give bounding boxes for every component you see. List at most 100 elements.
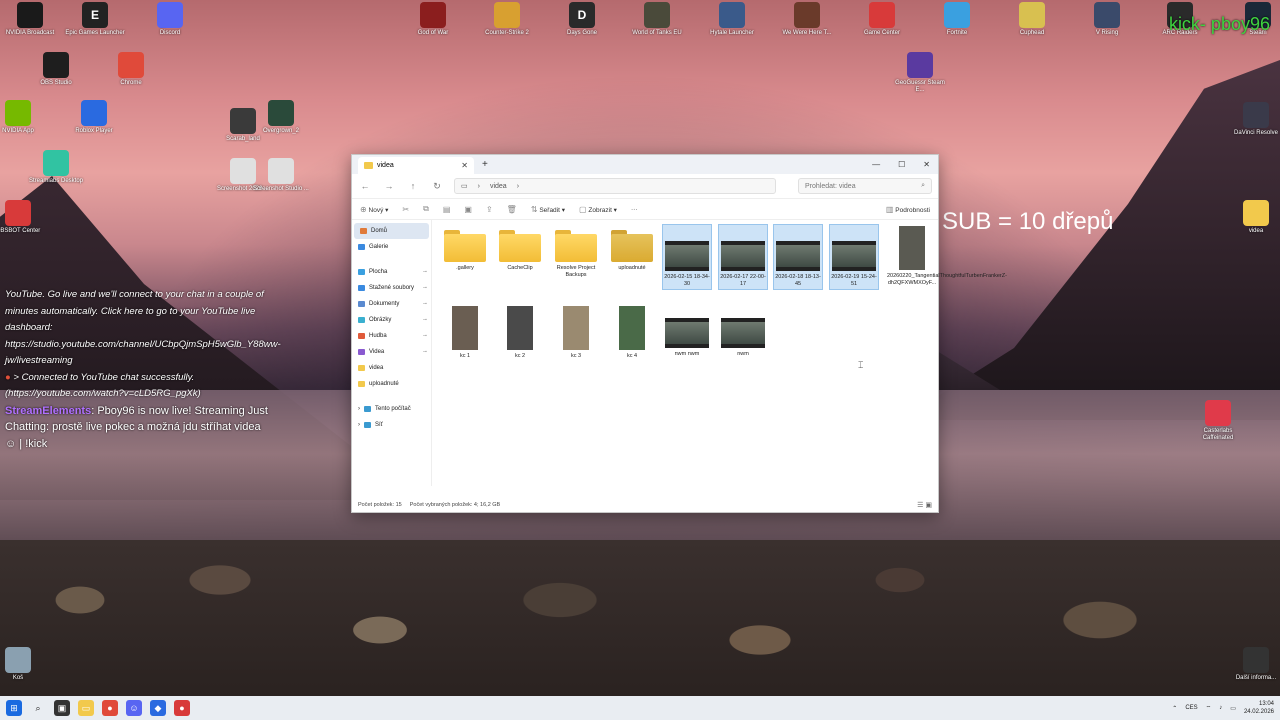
desktop-icon[interactable]: NVIDIA App	[0, 100, 48, 135]
address-field[interactable]: ▭ › videa ›	[454, 178, 776, 194]
desktop-icon[interactable]: Fortnite	[927, 2, 987, 37]
file-item[interactable]: nwm	[718, 304, 768, 364]
new-tab-button[interactable]: +	[482, 159, 488, 170]
desktop-icon[interactable]: D Days Gone	[552, 2, 612, 37]
sidebar-item[interactable]: Videa ⊸	[352, 344, 431, 360]
paste-icon[interactable]: ▤	[443, 205, 451, 214]
desktop-icon[interactable]: Casterlabs Caffeinated	[1188, 400, 1248, 442]
desktop-icon[interactable]: Streamlabs Desktop	[26, 150, 86, 185]
clock[interactable]: 13:04 24.02.2026	[1244, 700, 1274, 716]
sidebar-item[interactable]: Galerie	[352, 239, 431, 255]
desktop-icon[interactable]: World of Tanks EU	[627, 2, 687, 37]
file-item[interactable]: 2026-02-19 15-24-51	[829, 224, 879, 290]
file-item[interactable]: nwm nwm	[662, 304, 712, 364]
minimize-icon[interactable]: —	[872, 160, 880, 169]
obsbot-taskbar-icon[interactable]: ●	[174, 700, 190, 716]
desktop-icon[interactable]: Counter-Strike 2	[477, 2, 537, 37]
expand-chevron-icon[interactable]: ›	[358, 406, 360, 412]
desktop-icon[interactable]: NVIDIA Broadcast	[0, 2, 60, 37]
desktop-icon[interactable]: DaVinci Resolve	[1226, 102, 1280, 137]
discord-taskbar-icon[interactable]: ☺	[126, 700, 142, 716]
start-icon[interactable]: ⊞	[6, 700, 22, 716]
network-icon[interactable]: ⌔	[1206, 704, 1212, 712]
desktop-icon[interactable]: Roblox Player	[64, 100, 124, 135]
desktop-icon[interactable]: GeoGuessr Steam E...	[890, 52, 950, 94]
file-item[interactable]: 20260220_TangentialThoughtfulTurbenFrank…	[887, 224, 1007, 290]
sidebar-item[interactable]: Obrázky ⊸	[352, 312, 431, 328]
sidebar-item[interactable]: Plocha ⊸	[352, 264, 431, 280]
forward-icon[interactable]: →	[382, 181, 396, 191]
tab-videa[interactable]: videa ✕	[358, 157, 474, 174]
sidebar-item[interactable]: › Síť	[352, 417, 431, 433]
desktop-icon[interactable]: Screenshot Studio ...	[251, 158, 311, 193]
volume-icon[interactable]: ♪	[1219, 705, 1222, 711]
desktop-icon[interactable]: Game Center	[852, 2, 912, 37]
desktop-icon[interactable]: Hytale Launcher	[702, 2, 762, 37]
desktop-icon[interactable]: OBSBOT Center	[0, 200, 48, 235]
sidebar-item[interactable]: videa	[352, 360, 431, 376]
folder-item[interactable]: Resolve Project Backups	[551, 224, 601, 290]
desktop-icon[interactable]: videa	[1226, 200, 1280, 235]
maximize-icon[interactable]: ☐	[898, 160, 905, 169]
desktop-icon[interactable]: Chrome	[101, 52, 161, 87]
desktop-icon[interactable]: Overgrown_2	[251, 100, 311, 135]
more-button[interactable]: ···	[631, 206, 638, 213]
tiles-view-icon[interactable]: ▣	[925, 502, 932, 509]
task-view-icon[interactable]: ▣	[54, 700, 70, 716]
desktop-icon-label: OBS Studio	[40, 80, 72, 86]
new-button[interactable]: ⊕ Nový ▾	[360, 205, 388, 214]
refresh-icon[interactable]: ↻	[430, 181, 444, 192]
search-input[interactable]: Prohledat: videa ⌕	[798, 178, 932, 194]
desktop-icon[interactable]: OBS Studio	[26, 52, 86, 87]
sidebar-item[interactable]: Hudba ⊸	[352, 328, 431, 344]
close-icon[interactable]: ✕	[923, 160, 930, 169]
sidebar-item[interactable]: Stažené soubory ⊸	[352, 280, 431, 296]
roblox-taskbar-icon[interactable]: ◆	[150, 700, 166, 716]
desktop-icon[interactable]: We Were Here T...	[777, 2, 837, 37]
folder-item[interactable]: CacheClip	[495, 224, 545, 290]
app-icon	[944, 2, 970, 28]
desktop-icon[interactable]: E Epic Games Launcher	[65, 2, 125, 37]
file-item[interactable]: 2026-02-17 22-00-17	[718, 224, 768, 290]
file-item[interactable]: kc 4	[607, 304, 657, 364]
desktop-icon[interactable]: V Rising	[1077, 2, 1137, 37]
file-item[interactable]: kc 1	[440, 304, 490, 364]
battery-icon[interactable]: ▭	[1230, 705, 1236, 712]
view-button[interactable]: ▢ Zobrazit ▾	[579, 205, 617, 214]
desktop-icon-label: Epic Games Launcher	[65, 30, 125, 36]
folder-item[interactable]: .gallery	[440, 224, 490, 290]
details-view-icon[interactable]: ☰	[917, 502, 923, 509]
view-toggle[interactable]: ☰ ▣	[917, 501, 932, 509]
close-tab-icon[interactable]: ✕	[461, 161, 468, 170]
file-item[interactable]: 2026-02-15 18-34-30	[662, 224, 712, 290]
desktop-icon[interactable]: Discord	[140, 2, 200, 37]
desktop-icon[interactable]: Další informa...	[1226, 647, 1280, 682]
file-item[interactable]: kc 3	[551, 304, 601, 364]
breadcrumb-current[interactable]: videa	[490, 183, 507, 190]
copy-icon[interactable]: ⧉	[423, 204, 429, 214]
expand-chevron-icon[interactable]: ›	[358, 422, 360, 428]
file-item[interactable]: kc 2	[495, 304, 545, 364]
sidebar-item[interactable]: Domů	[354, 223, 429, 239]
tray-chevron-icon[interactable]: ⌃	[1172, 705, 1177, 712]
details-button[interactable]: ▥ Podrobnosti	[886, 205, 930, 214]
cut-icon[interactable]: ✂	[402, 205, 409, 214]
language-indicator[interactable]: CES	[1185, 705, 1197, 711]
search-icon[interactable]: ⌕	[30, 700, 46, 716]
delete-icon[interactable]: 🗑	[507, 205, 517, 214]
share-icon[interactable]: ⇪	[486, 205, 493, 214]
file-item[interactable]: 2026-02-18 18-13-45	[773, 224, 823, 290]
folder-item[interactable]: uploadnuté	[607, 224, 657, 290]
sort-button[interactable]: ⇅ Seřadit ▾	[531, 205, 565, 214]
desktop-icon[interactable]: Cuphead	[1002, 2, 1062, 37]
up-icon[interactable]: ↑	[406, 181, 420, 191]
rename-icon[interactable]: ▣	[464, 205, 472, 214]
desktop-icon[interactable]: Koš	[0, 647, 48, 682]
file-explorer-taskbar-icon[interactable]: ▭	[78, 700, 94, 716]
sidebar-item[interactable]: › Tento počítač	[352, 401, 431, 417]
back-icon[interactable]: ←	[358, 181, 372, 191]
chrome-taskbar-icon[interactable]: ●	[102, 700, 118, 716]
desktop-icon[interactable]: God of War	[403, 2, 463, 37]
sidebar-item[interactable]: uploadnuté	[352, 376, 431, 392]
sidebar-item[interactable]: Dokumenty ⊸	[352, 296, 431, 312]
